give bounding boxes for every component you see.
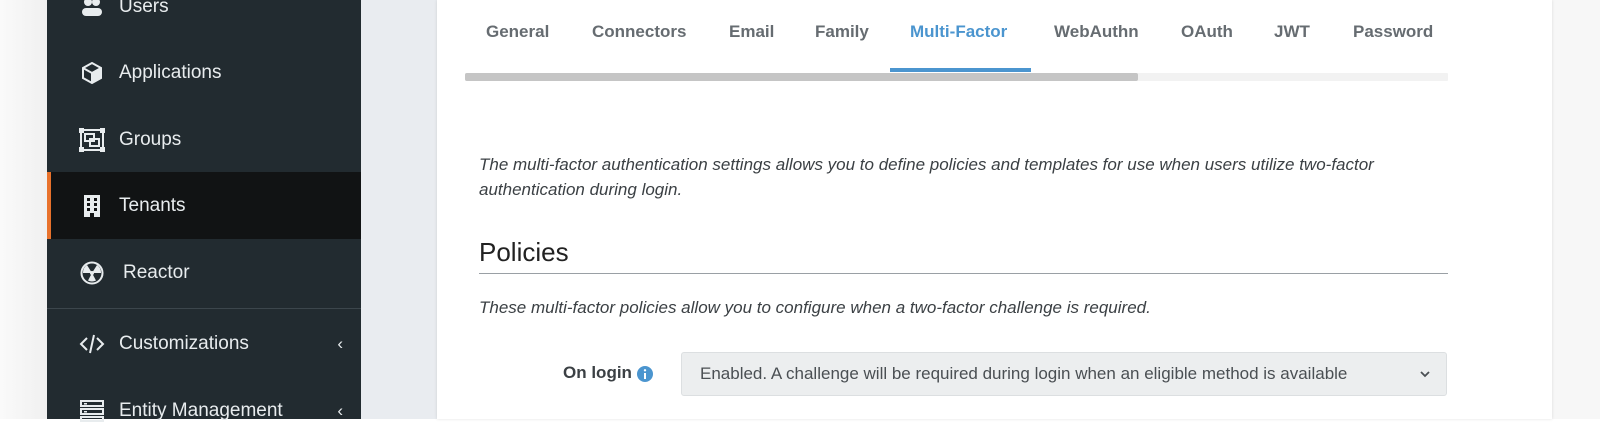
tab-password[interactable]: Password [1353, 22, 1433, 42]
window-edge [0, 0, 47, 419]
sidebar-item-label: Applications [119, 61, 222, 83]
policies-heading: Policies [479, 237, 569, 267]
sidebar: Users Applications Groups Tenants Reacto… [47, 0, 361, 422]
on-login-selected-value: Enabled. A challenge will be required du… [700, 364, 1348, 383]
sidebar-item-label: Customizations [119, 332, 249, 354]
active-tab-indicator [890, 68, 1031, 72]
sidebar-divider [47, 308, 361, 309]
multi-factor-description: The multi-factor authentication settings… [479, 155, 1374, 199]
on-login-select[interactable]: Enabled. A challenge will be required du… [681, 352, 1447, 396]
sidebar-item-entity-management[interactable]: Entity Management ‹ [47, 377, 361, 444]
on-login-label: On login [563, 363, 632, 382]
tab-general[interactable]: General [486, 22, 549, 42]
sidebar-item-groups[interactable]: Groups [47, 106, 361, 173]
policies-description: These multi-factor policies allow you to… [479, 298, 1151, 317]
chevron-left-icon: ‹ [337, 400, 343, 420]
info-icon[interactable] [637, 366, 653, 382]
building-icon [79, 193, 105, 219]
sidebar-item-label: Users [119, 0, 169, 17]
sidebar-item-label: Entity Management [119, 399, 283, 421]
users-icon [79, 0, 105, 20]
code-icon [79, 331, 105, 357]
sidebar-item-label: Groups [119, 128, 182, 150]
section-divider [479, 273, 1448, 274]
sidebar-item-tenants[interactable]: Tenants [47, 172, 361, 239]
sidebar-item-label: Tenants [119, 194, 186, 216]
sidebar-item-reactor[interactable]: Reactor [47, 239, 361, 306]
sidebar-item-applications[interactable]: Applications [47, 39, 361, 106]
tab-webauthn[interactable]: WebAuthn [1054, 22, 1139, 42]
tab-family[interactable]: Family [815, 22, 869, 42]
object-group-icon [79, 127, 105, 153]
tab-scrollbar-thumb[interactable] [465, 73, 1138, 81]
sidebar-item-customizations[interactable]: Customizations ‹ [47, 310, 361, 377]
cube-icon [79, 60, 105, 86]
sidebar-item-label: Reactor [123, 261, 190, 283]
active-indicator [47, 172, 51, 239]
sidebar-item-users[interactable]: Users [47, 0, 361, 40]
tab-connectors[interactable]: Connectors [592, 22, 686, 42]
server-icon [79, 398, 105, 424]
tab-jwt[interactable]: JWT [1274, 22, 1310, 42]
tab-email[interactable]: Email [729, 22, 774, 42]
chevron-left-icon: ‹ [337, 333, 343, 353]
tab-multi-factor[interactable]: Multi-Factor [910, 22, 1007, 42]
tab-oauth[interactable]: OAuth [1181, 22, 1233, 42]
chevron-down-icon [1418, 367, 1432, 381]
radiation-icon [79, 260, 105, 286]
window-edge-right [1552, 0, 1600, 419]
tab-bar: General Connectors Email Family Multi-Fa… [465, 0, 1448, 72]
